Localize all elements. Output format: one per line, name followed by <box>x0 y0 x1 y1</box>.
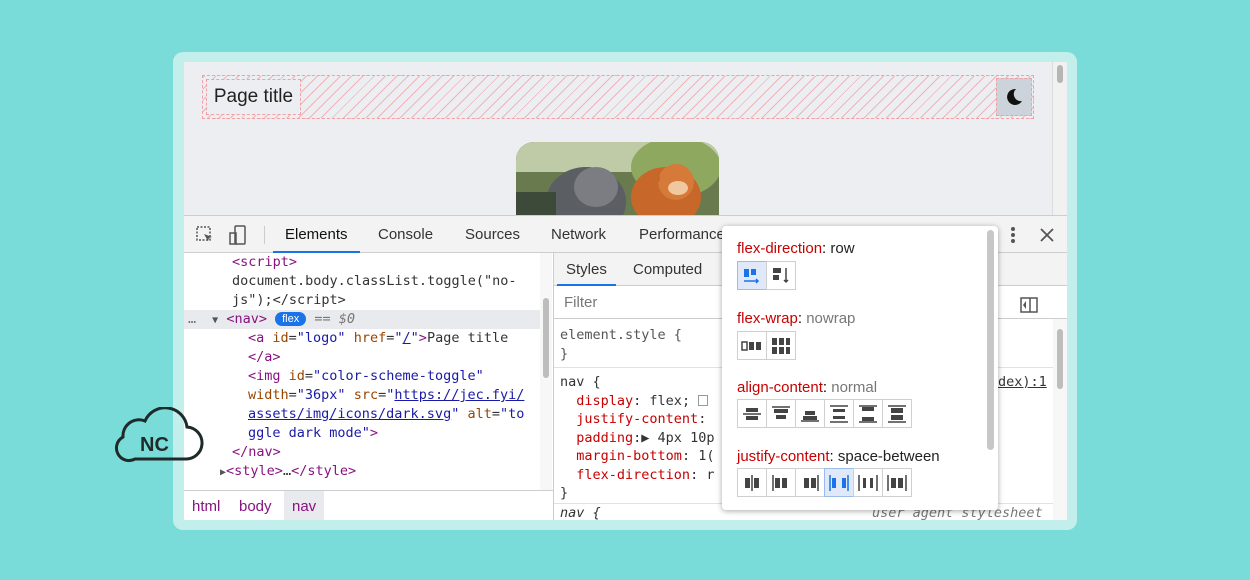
align-space-around-icon <box>830 404 848 423</box>
photo-image <box>516 142 719 222</box>
dom-line[interactable]: <img id="color-scheme-toggle" <box>248 367 484 386</box>
justify-content-buttons <box>737 468 912 497</box>
dom-line-nav-selected[interactable]: … ▼ <nav> flex == $0 <box>184 310 540 329</box>
nav-css-rule[interactable]: nav { display: flex; justify-content: pa… <box>560 373 714 503</box>
page-preview: Page title <box>184 62 1067 222</box>
page-scrollbar[interactable] <box>1052 62 1067 215</box>
align-content-end-button[interactable] <box>795 399 825 428</box>
page-title-text: Page title <box>213 86 294 107</box>
device-toolbar-icon[interactable] <box>227 224 249 246</box>
color-scheme-toggle[interactable] <box>996 78 1032 116</box>
flex-wrap-button[interactable] <box>766 331 796 360</box>
justify-start-icon <box>772 474 787 491</box>
flex-wrap-label: flex-wrap: nowrap <box>737 310 856 327</box>
dom-line[interactable]: document.body.classList.toggle("no- <box>232 272 516 291</box>
nc-logo-text: NC <box>140 434 169 456</box>
moon-icon <box>1007 88 1022 105</box>
tab-computed[interactable]: Computed <box>633 253 702 286</box>
orangutan-photo <box>516 142 719 222</box>
nav-ua-rule[interactable]: nav { <box>560 504 601 520</box>
styles-scrollbar[interactable] <box>1053 319 1067 520</box>
flex-direction-column-button[interactable] <box>766 261 796 290</box>
dom-line[interactable]: <a id="logo" href="/">Page title <box>248 329 508 348</box>
nc-cloud-logo: NC <box>113 406 205 472</box>
tab-sources[interactable]: Sources <box>465 216 520 253</box>
breadcrumb-html[interactable]: html <box>184 491 228 520</box>
elements-tree: <script> document.body.classList.toggle(… <box>184 253 552 490</box>
flex-direction-row-button[interactable] <box>737 261 767 290</box>
justify-center-icon <box>745 474 759 491</box>
close-icon[interactable] <box>1036 224 1058 246</box>
cloud-icon: NC <box>114 406 204 463</box>
tab-network[interactable]: Network <box>551 216 606 253</box>
flex-badge[interactable]: flex <box>275 312 307 326</box>
dom-line[interactable]: </a> <box>248 348 281 367</box>
justify-content-label: justify-content: space-between <box>737 448 940 465</box>
align-stretch-icon <box>888 404 906 423</box>
inspect-element-icon[interactable] <box>194 224 216 246</box>
breadcrumb: html body nav <box>184 490 554 520</box>
dom-line[interactable]: ▶<style>…</style> <box>220 462 356 481</box>
justify-end-button[interactable] <box>795 468 825 497</box>
justify-start-button[interactable] <box>766 468 796 497</box>
align-end-icon <box>801 410 819 422</box>
flex-nowrap-icon <box>741 340 761 351</box>
stylesheet-source-link[interactable]: dex):1 <box>998 373 1047 392</box>
align-content-label: align-content: normal <box>737 379 878 396</box>
flex-row-icon <box>744 268 760 284</box>
nav-flex-overlay: Page title <box>202 75 1034 119</box>
justify-space-evenly-icon <box>887 474 907 491</box>
dom-line[interactable]: width="36px" src="https://jec.fyi/ <box>248 386 524 405</box>
dom-line[interactable]: <script> <box>232 253 297 272</box>
flexbox-editor-popover: flex-direction: row flex-wrap: nowrap al… <box>722 226 998 510</box>
align-space-between-icon <box>859 404 877 423</box>
align-content-start-button[interactable] <box>766 399 796 428</box>
align-center-icon <box>743 407 761 420</box>
tab-performance[interactable]: Performance <box>639 216 725 253</box>
breadcrumb-body[interactable]: body <box>231 491 280 520</box>
justify-space-between-icon <box>829 474 849 491</box>
tab-styles[interactable]: Styles <box>557 253 616 286</box>
flex-column-icon <box>773 267 789 283</box>
dom-line[interactable]: ggle dark mode"> <box>248 424 378 443</box>
align-content-space-around-button[interactable] <box>824 399 854 428</box>
justify-space-around-icon <box>858 474 878 491</box>
justify-space-between-button[interactable] <box>824 468 854 497</box>
align-content-space-between-button[interactable] <box>853 399 883 428</box>
justify-center-button[interactable] <box>737 468 767 497</box>
flex-direction-label: flex-direction: row <box>737 240 855 257</box>
align-content-buttons <box>737 399 912 428</box>
dom-line[interactable]: js");</script> <box>232 291 346 310</box>
toggle-sidebar-icon[interactable] <box>1018 294 1040 316</box>
align-start-icon <box>772 405 790 419</box>
tab-elements[interactable]: Elements <box>273 216 360 253</box>
align-content-center-button[interactable] <box>737 399 767 428</box>
breadcrumb-nav[interactable]: nav <box>284 491 325 520</box>
tab-console[interactable]: Console <box>378 216 433 253</box>
page-title-link[interactable]: Page title <box>206 79 301 115</box>
dom-line[interactable]: </nav> <box>232 443 281 462</box>
popover-scrollbar[interactable] <box>987 230 994 450</box>
align-content-stretch-button[interactable] <box>882 399 912 428</box>
element-style-rule[interactable]: element.style { } <box>560 326 682 363</box>
dom-line[interactable]: assets/img/icons/dark.svg" alt="to <box>248 405 524 424</box>
justify-end-icon <box>804 474 819 491</box>
flex-wrap-icon <box>772 337 790 354</box>
elements-scrollbar[interactable] <box>540 253 552 490</box>
justify-space-evenly-button[interactable] <box>882 468 912 497</box>
flex-nowrap-button[interactable] <box>737 331 767 360</box>
flex-wrap-buttons <box>737 331 796 360</box>
justify-space-around-button[interactable] <box>853 468 883 497</box>
more-options-icon[interactable] <box>1002 224 1024 246</box>
flex-direction-buttons <box>737 261 796 290</box>
